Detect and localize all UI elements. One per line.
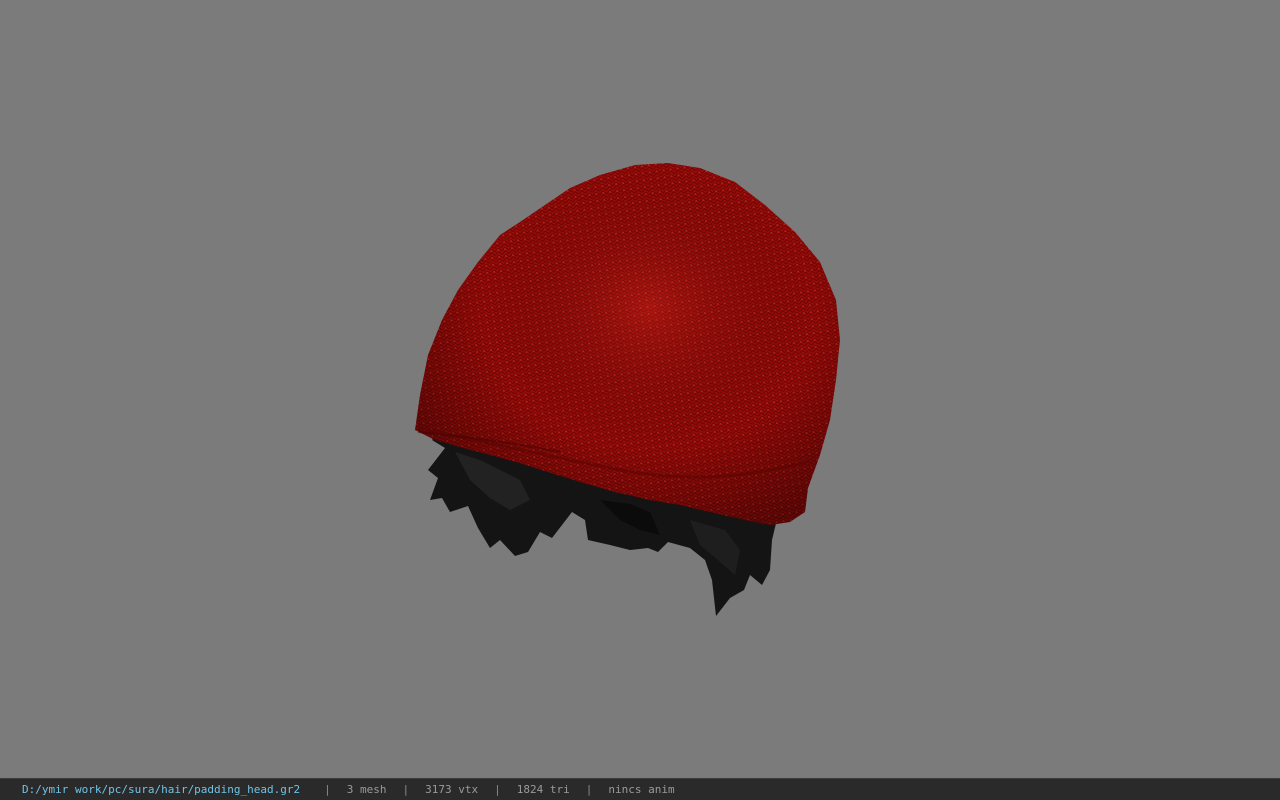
3d-viewport[interactable] bbox=[0, 0, 1280, 778]
model-render[interactable] bbox=[0, 0, 1280, 778]
anim-status: nincs anim bbox=[608, 783, 675, 796]
file-path: D:/ymir work/pc/sura/hair/padding_head.g… bbox=[22, 783, 301, 796]
mesh-count: 3 mesh bbox=[346, 783, 387, 796]
vertex-count: 3173 vtx bbox=[425, 783, 479, 796]
separator: | bbox=[585, 783, 593, 796]
triangle-count: 1824 tri bbox=[516, 783, 570, 796]
separator: | bbox=[402, 783, 410, 796]
separator: | bbox=[494, 783, 501, 796]
status-bar: D:/ymir work/pc/sura/hair/padding_head.g… bbox=[0, 778, 1280, 800]
separator: | bbox=[324, 783, 331, 796]
